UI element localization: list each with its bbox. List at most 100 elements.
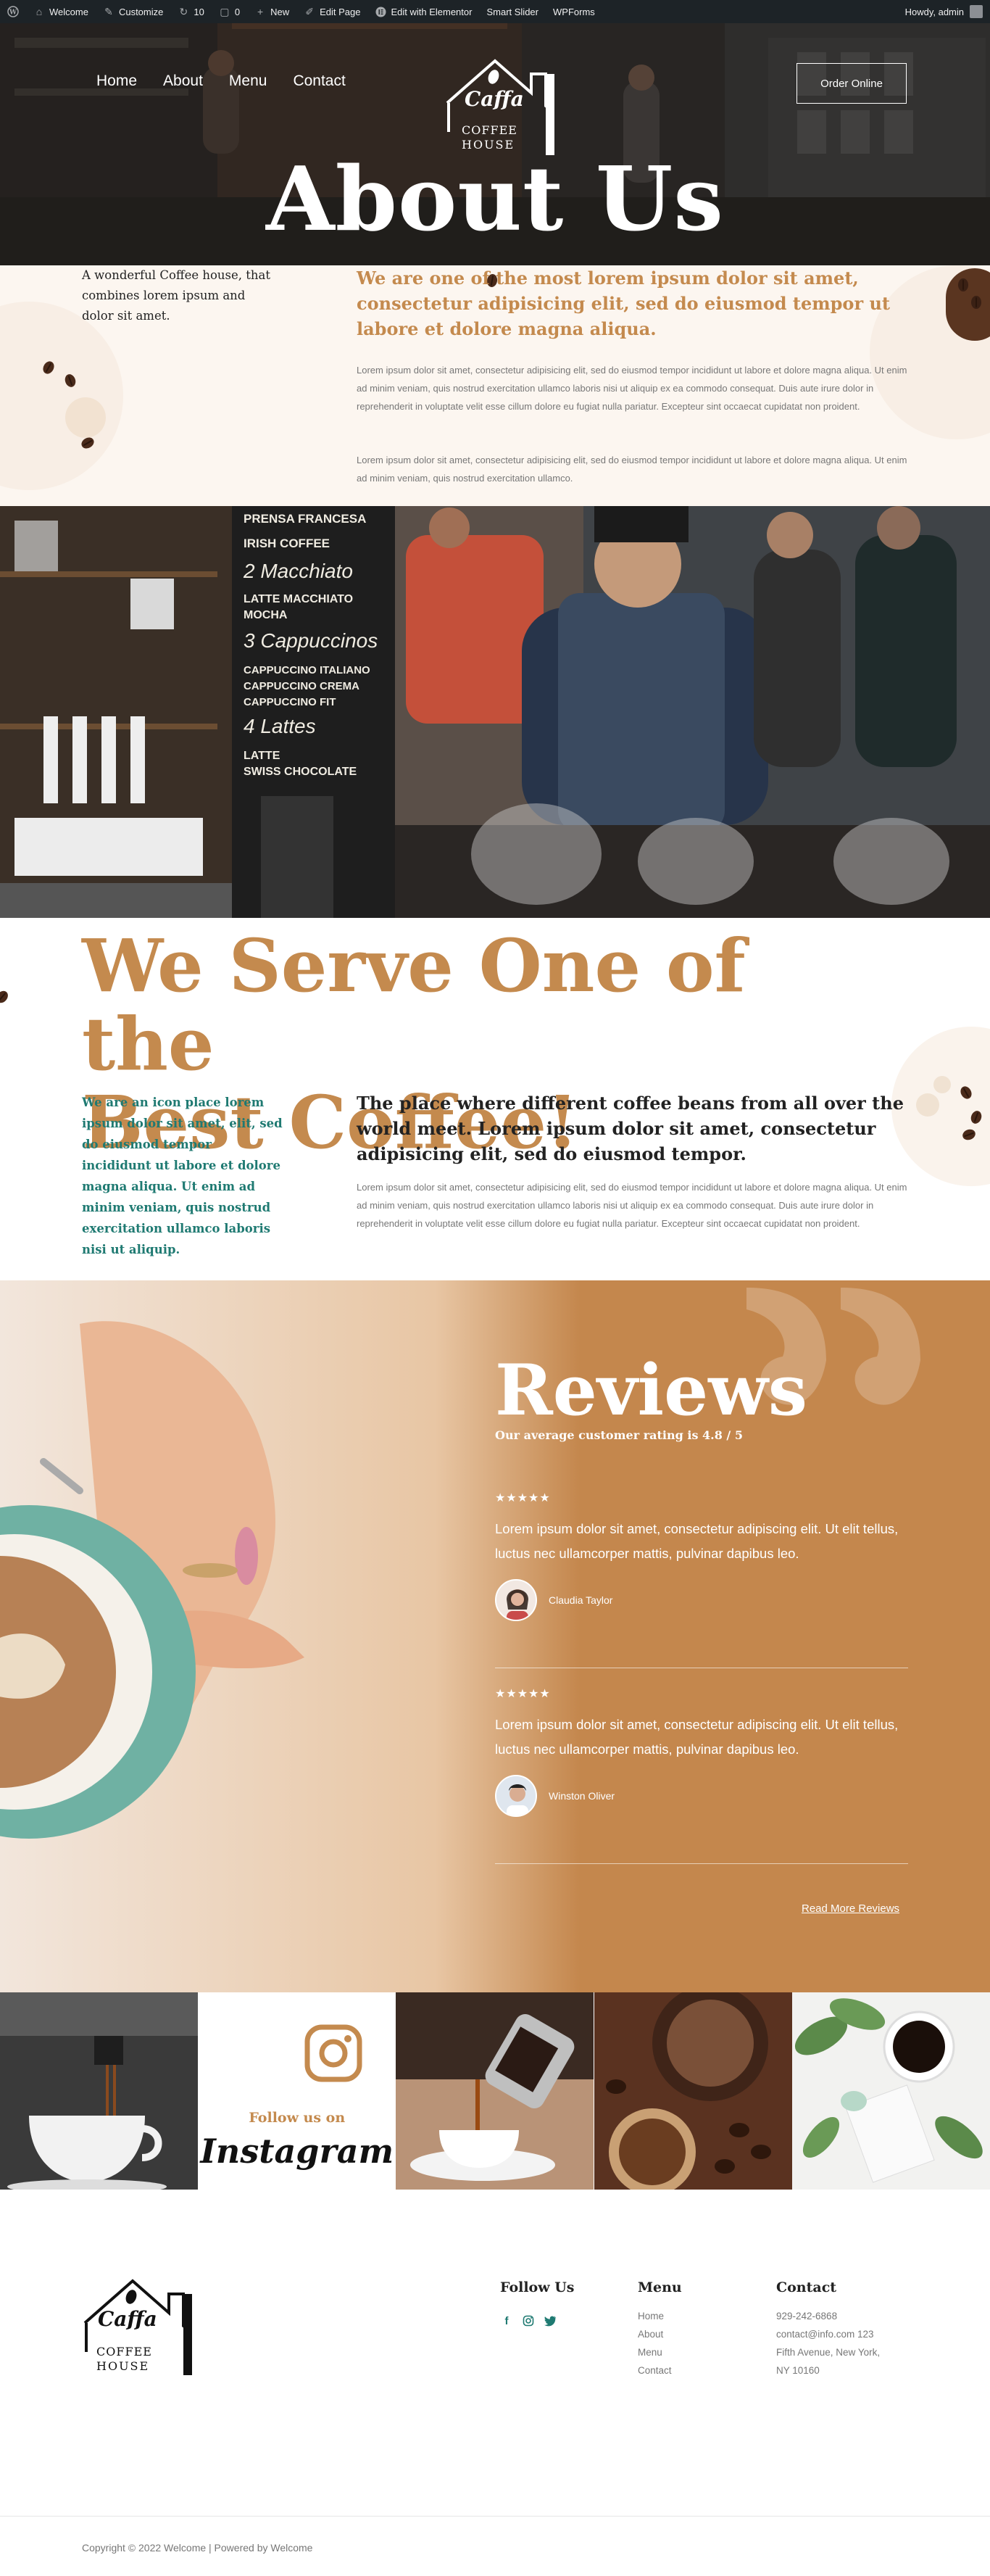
comment-icon: ▢ [220, 5, 230, 17]
admin-bar-new[interactable]: + New [254, 6, 289, 17]
instagram-strip: Follow us on Instagram [0, 1992, 990, 2190]
instagram-icon [304, 2024, 362, 2082]
menu-board-item: 4 Lattes [244, 715, 316, 737]
admin-bar-edit-page[interactable]: ✐ Edit Page [304, 6, 360, 17]
admin-bar-wordpress[interactable]: W [7, 6, 19, 17]
footer-logo[interactable]: Caffa COFFEE HOUSE [82, 2278, 198, 2380]
admin-bar-new-label: New [270, 6, 290, 17]
menu-board-item: PRENSA FRANCESA [244, 512, 367, 526]
nav-menu[interactable]: Menu [229, 73, 267, 90]
intro-paragraph-2: Lorem ipsum dolor sit amet, consectetur … [357, 455, 907, 484]
footer-contact-line: contact@info.com 123 [776, 2329, 874, 2340]
footer-contact-line: 929-242-6868 [776, 2311, 838, 2322]
menu-board-item: CAPPUCCINO ITALIANO [244, 664, 370, 676]
admin-bar-smart-slider-label: Smart Slider [486, 6, 538, 17]
pencil-icon: ✐ [305, 5, 314, 17]
admin-bar-updates-count: 10 [194, 6, 204, 17]
reviews-subtitle: Our average customer rating is 4.8 / 5 [495, 1428, 743, 1442]
logo-script: Caffa [465, 87, 524, 111]
footer-contact-title: Contact [776, 2279, 837, 2295]
review-author: Claudia Taylor [495, 1579, 612, 1621]
footer-logo-line2: HOUSE [96, 2359, 150, 2373]
admin-bar-wpforms-label: WPForms [553, 6, 595, 17]
footer-contact-line: NY 10160 [776, 2365, 820, 2376]
menu-board-item: IRISH COFFEE [244, 537, 330, 550]
instagram-wordmark: Instagram [200, 2132, 394, 2171]
footer-menu-link[interactable]: About [638, 2325, 663, 2343]
nav-about[interactable]: About [163, 73, 203, 90]
footer-menu-link[interactable]: Menu [638, 2343, 662, 2361]
copyright-text: Copyright © 2022 Welcome | Powered by We… [82, 2542, 313, 2554]
admin-bar-elementor[interactable]: Edit with Elementor [375, 6, 472, 17]
brush-icon: ✎ [104, 5, 113, 17]
serve-title-line1: We Serve One of the [82, 923, 746, 1087]
review-rating-stars: ★★★★★ [495, 1492, 551, 1504]
wordpress-icon: W [7, 6, 19, 17]
admin-bar-comments-count: 0 [234, 6, 241, 17]
review-rating-stars: ★★★★★ [495, 1688, 551, 1700]
admin-bar-site[interactable]: ⌂ Welcome [33, 6, 88, 17]
logo-line1: COFFEE [462, 123, 517, 137]
intro-heading: We are one of the most lorem ipsum dolor… [357, 268, 890, 339]
admin-bar-updates[interactable]: ↻ 10 [178, 6, 204, 17]
reviews-section: Reviews Our average customer rating is 4… [0, 1280, 990, 1992]
instagram-photo[interactable] [0, 1992, 198, 2190]
menu-board-item: CAPPUCCINO CREMA [244, 680, 360, 692]
menu-board-item: SWISS CHOCOLATE [244, 766, 357, 778]
svg-text:W: W [9, 9, 17, 17]
admin-bar-edit-page-label: Edit Page [320, 6, 361, 17]
review-author-name: Winston Oliver [549, 1790, 615, 1802]
instagram-icon[interactable] [522, 2314, 535, 2327]
admin-bar-comments[interactable]: ▢ 0 [219, 6, 240, 17]
twitter-icon[interactable] [544, 2314, 557, 2327]
order-online-button[interactable]: Order Online [796, 63, 907, 104]
admin-bar: W ⌂ Welcome ✎ Customize ↻ 10 ▢ 0 + New ✐… [0, 0, 990, 23]
coffee-bean-icon [971, 296, 981, 309]
coffee-cup-image [946, 268, 990, 341]
instagram-photo[interactable] [791, 1992, 990, 2190]
menu-board: PRENSA FRANCESA IRISH COFFEE 2 Macchiato… [239, 506, 391, 796]
admin-bar-customize[interactable]: ✎ Customize [103, 6, 163, 17]
footer-divider [0, 2516, 990, 2517]
nav-home[interactable]: Home [96, 73, 137, 90]
review-text: Lorem ipsum dolor sit amet, consectetur … [495, 1521, 899, 1561]
barista-and-menu-image [0, 506, 990, 918]
serve-tagline: We are an icon place lorem ipsum dolor s… [82, 1096, 283, 1256]
instagram-photo[interactable] [396, 1992, 594, 2190]
review-divider [495, 1863, 908, 1864]
menu-board-item: 3 Cappuccinos [244, 629, 378, 652]
footer-logo-script: Caffa [98, 2307, 157, 2331]
intro-tagline: A wonderful Coffee house, that combines … [82, 268, 271, 323]
admin-greeting: Howdy, admin [904, 6, 964, 17]
review-author-name: Claudia Taylor [549, 1594, 613, 1606]
coffee-bean-icon [958, 278, 968, 291]
admin-bar-customize-label: Customize [118, 6, 164, 17]
admin-bar-wpforms[interactable]: WPForms [553, 7, 595, 17]
admin-bar-site-label: Welcome [49, 6, 88, 17]
serve-paragraph: Lorem ipsum dolor sit amet, consectetur … [357, 1182, 907, 1229]
menu-board-item: LATTE MACCHIATO [244, 593, 354, 605]
plus-icon: + [257, 6, 264, 17]
facebook-icon[interactable]: f [500, 2314, 513, 2327]
admin-bar-elementor-label: Edit with Elementor [391, 6, 473, 17]
follow-us-label: Follow us on [249, 2110, 346, 2126]
nav-contact[interactable]: Contact [293, 73, 345, 90]
site-footer: Caffa COFFEE HOUSE Follow Us f Menu Home… [0, 2190, 990, 2516]
serve-section: We Serve One of the Best Coffee! We are … [0, 918, 990, 1280]
home-icon: ⌂ [36, 6, 43, 17]
intro-section: A wonderful Coffee house, that combines … [0, 265, 990, 506]
admin-bar-smart-slider[interactable]: Smart Slider [486, 7, 538, 17]
footer-menu-link[interactable]: Home [638, 2307, 664, 2325]
site-logo[interactable]: Caffa COFFEE HOUSE [444, 58, 560, 160]
instagram-follow-tile[interactable]: Follow us on Instagram [198, 1992, 396, 2190]
menu-board-item: MOCHA [244, 609, 288, 621]
instagram-photo[interactable] [594, 1992, 792, 2190]
menu-board-item: CAPPUCCINO FIT [244, 696, 336, 708]
admin-bar-account[interactable]: Howdy, admin [905, 5, 983, 18]
read-more-reviews-link[interactable]: Read More Reviews [802, 1902, 899, 1915]
hero-section: Home About Menu Contact Caffa COFFEE HOU… [0, 23, 990, 265]
intro-paragraph-1: Lorem ipsum dolor sit amet, consectetur … [357, 365, 907, 412]
footer-logo-line1: COFFEE [96, 2345, 152, 2358]
footer-menu-link[interactable]: Contact [638, 2361, 672, 2380]
menu-board-item: 2 Macchiato [244, 560, 353, 582]
